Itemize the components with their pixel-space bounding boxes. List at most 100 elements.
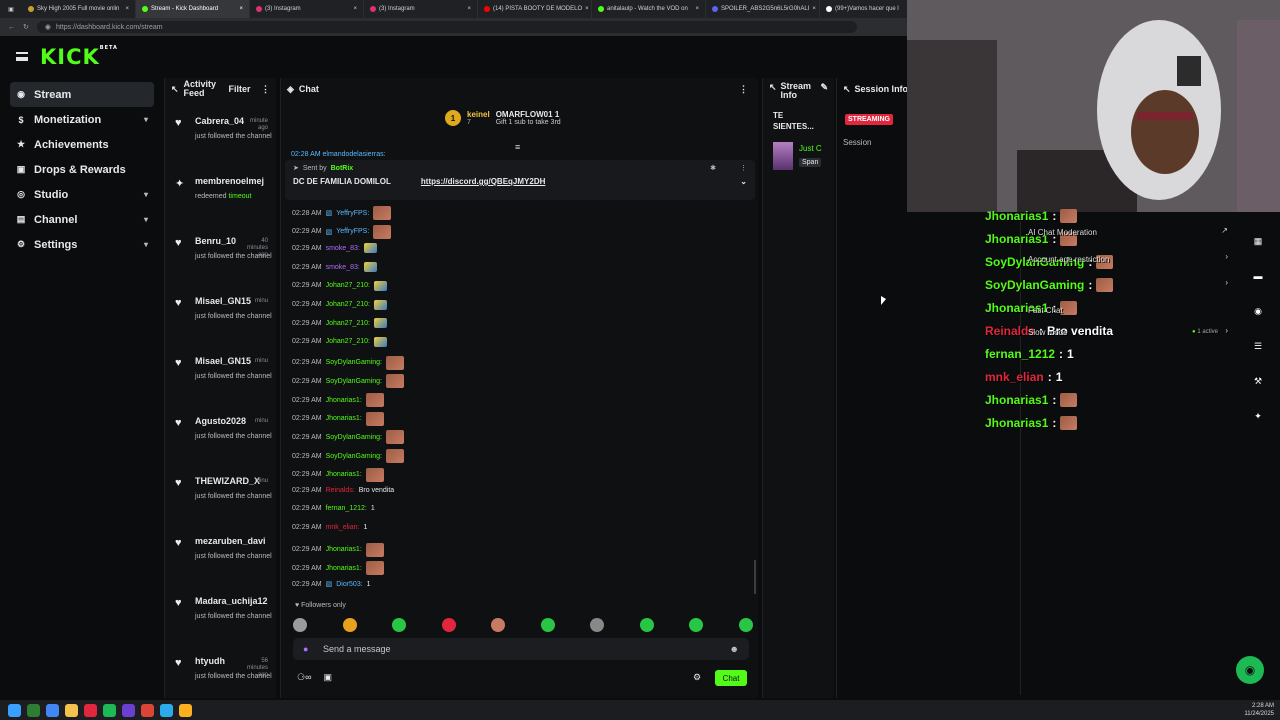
category-link[interactable]: Just C bbox=[799, 144, 822, 153]
activity-item[interactable]: ♥ Agusto2028 minu just followed the channel bbox=[165, 414, 276, 474]
chat-message[interactable]: 02:29 AM ▧ Dior503: 1 bbox=[292, 580, 371, 589]
browser-tab[interactable]: SPOILER_ABS2G5n6L5rG0hALI × bbox=[706, 0, 820, 18]
message-username[interactable]: smoke_83: bbox=[326, 245, 360, 252]
message-username[interactable]: Jhonarias1: bbox=[326, 546, 362, 553]
chat-message[interactable]: 02:29 AM smoke_83: bbox=[292, 243, 377, 254]
filter-button[interactable]: Filter bbox=[229, 84, 251, 94]
message-username[interactable]: SoyDylanGaming: bbox=[326, 453, 382, 460]
chat-message[interactable]: 02:29 AM SoyDylanGaming: bbox=[292, 374, 404, 389]
chat-message[interactable]: 02:28 AM ▧ YeffryFPS: bbox=[292, 206, 392, 220]
telegram-icon[interactable] bbox=[160, 703, 173, 717]
activity-item[interactable]: ♥ mezaruben_davi just followed the channel bbox=[165, 534, 276, 594]
sidebar-item-settings[interactable]: ⚙ Settings ▾ bbox=[0, 232, 160, 257]
chevron-right-icon-2[interactable]: › bbox=[1225, 278, 1228, 287]
emote-button[interactable] bbox=[738, 618, 753, 632]
spotify-icon[interactable] bbox=[103, 703, 116, 717]
scroll-pin-icon[interactable]: ≡ bbox=[515, 142, 520, 152]
message-username[interactable]: SoyDylanGaming: bbox=[326, 434, 382, 441]
browser-tab[interactable]: (3) Instagram × bbox=[364, 0, 478, 18]
app-icon-2[interactable] bbox=[179, 703, 192, 717]
pinned-more-icon[interactable]: ⋮ bbox=[740, 164, 747, 172]
chat-send-button[interactable]: Chat bbox=[715, 670, 747, 686]
sidebar-item-achievements[interactable]: ★ Achievements bbox=[0, 132, 160, 157]
tab-close-icon[interactable]: × bbox=[585, 6, 589, 12]
message-username[interactable]: Dior503: bbox=[336, 581, 362, 588]
chat-message[interactable]: 02:29 AM SoyDylanGaming: bbox=[292, 430, 404, 445]
chat-message[interactable]: 02:29 AM Jhonarias1: bbox=[292, 542, 384, 557]
activity-item[interactable]: ♥ Misael_GN15 minu just followed the channe… bbox=[165, 354, 276, 414]
chat-message[interactable]: 02:29 AM ▧ YeffryFPS: bbox=[292, 224, 392, 239]
message-username[interactable]: SoyDylanGaming: bbox=[326, 378, 382, 385]
message-username[interactable]: mnk_elian: bbox=[326, 524, 360, 531]
emote-button[interactable] bbox=[590, 618, 605, 632]
chat-message[interactable]: 02:29 AM Johan27_210: bbox=[292, 336, 387, 347]
chrome-icon[interactable] bbox=[46, 703, 59, 717]
collapse-icon[interactable]: ↖ bbox=[769, 82, 777, 100]
chat-message[interactable]: 02:29 AM Johan27_210: bbox=[292, 299, 387, 310]
browser-tab[interactable]: anitalaulp - Watch the VOD on × bbox=[592, 0, 706, 18]
chat-icon[interactable]: ▬ bbox=[1248, 266, 1268, 286]
chat-message[interactable]: 02:29 AM Jhonarias1: bbox=[292, 561, 384, 576]
sidebar-item-drops-rewards[interactable]: ▣ Drops & Rewards bbox=[0, 157, 160, 182]
sidebar-item-monetization[interactable]: $ Monetization ▾ bbox=[0, 107, 160, 132]
url-field[interactable]: ◉ https://dashboard.kick.com/stream bbox=[36, 21, 857, 33]
collapse-icon-2[interactable]: ↖ bbox=[843, 84, 851, 95]
message-input[interactable]: ● Send a message ☻ bbox=[293, 638, 749, 660]
emote-button[interactable] bbox=[689, 618, 704, 632]
sidebar-item-stream[interactable]: ◉ Stream bbox=[10, 82, 154, 107]
chat-message[interactable]: 02:29 AM fernan_1212: 1 bbox=[292, 505, 375, 512]
tab-close-icon[interactable]: × bbox=[467, 6, 471, 12]
sidebar-item-studio[interactable]: ◎ Studio ▾ bbox=[0, 182, 160, 207]
queue-icon[interactable]: ☰ bbox=[1248, 336, 1268, 356]
back-icon[interactable]: ← bbox=[8, 24, 15, 31]
age-restriction-label[interactable]: Account age restriction bbox=[1028, 255, 1109, 264]
unpin-icon[interactable]: ✱ bbox=[710, 164, 716, 172]
file-explorer-icon[interactable] bbox=[65, 703, 78, 717]
tab-close-icon[interactable]: × bbox=[353, 6, 357, 12]
activity-item[interactable]: ♥ Cabrera_04 minute ago just followed the c… bbox=[165, 114, 276, 174]
emote-button[interactable] bbox=[441, 618, 456, 632]
external-link-icon[interactable]: ↗ bbox=[1221, 226, 1228, 235]
message-username[interactable]: YeffryFPS: bbox=[336, 210, 369, 217]
wrench-icon[interactable]: ⚒ bbox=[1248, 371, 1268, 391]
chat-message[interactable]: 02:29 AM Jhonarias1: bbox=[292, 467, 384, 482]
message-username[interactable]: Jhonarias1: bbox=[326, 415, 362, 422]
sidebar-item-channel[interactable]: ▤ Channel ▾ bbox=[0, 207, 160, 232]
menu-icon[interactable] bbox=[16, 52, 28, 61]
slow-mode-label[interactable]: Slow mode bbox=[1028, 328, 1068, 337]
settings-gear-icon[interactable]: ⚙ bbox=[693, 672, 701, 683]
broadcast-icon[interactable]: ◉ bbox=[1248, 301, 1268, 321]
edit-icon[interactable]: ✎ bbox=[820, 82, 828, 100]
terminal-icon[interactable] bbox=[27, 703, 40, 717]
chat-message[interactable]: 02:29 AM Johan27_210: bbox=[292, 318, 387, 329]
emote-button[interactable] bbox=[491, 618, 506, 632]
discord-link[interactable]: https://discord.gg/QBEqJMY2DH bbox=[421, 177, 545, 186]
chat-scrollbar[interactable] bbox=[754, 560, 756, 594]
tab-close-icon[interactable]: × bbox=[125, 6, 129, 12]
message-username[interactable]: Jhonarias1: bbox=[326, 397, 362, 404]
message-username[interactable]: fernan_1212: bbox=[326, 505, 367, 512]
emote-button[interactable] bbox=[639, 618, 654, 632]
activity-item[interactable]: ♥ THEWIZARD_X minu just followed the channe… bbox=[165, 474, 276, 534]
browser-tab[interactable]: Sky High 2005 Full movie onlin × bbox=[22, 0, 136, 18]
mic-icon[interactable]: ● bbox=[303, 644, 308, 654]
chat-message[interactable]: 02:29 AM mnk_elian: 1 bbox=[292, 524, 367, 531]
chat-message[interactable]: 02:29 AM Johan27_210: bbox=[292, 280, 387, 291]
emote-button[interactable] bbox=[540, 618, 555, 632]
message-username[interactable]: Johan27_210: bbox=[326, 320, 370, 327]
chat-message[interactable]: 02:29 AM Reinalds: Bro vendita bbox=[292, 487, 394, 494]
browser-tab[interactable]: Stream - Kick Dashboard × bbox=[136, 0, 250, 18]
tab-close-icon[interactable]: × bbox=[695, 6, 699, 12]
activity-item[interactable]: ♥ Benru_10 40 minutes ago just followed the… bbox=[165, 234, 276, 294]
activity-item[interactable]: ♥ Madara_uchija12 just followed the channe… bbox=[165, 594, 276, 654]
activity-item[interactable]: ♥ Misael_GN15 minu just followed the channe… bbox=[165, 294, 276, 354]
panel-expand-icon[interactable]: ↖ bbox=[171, 84, 179, 95]
browser-tab[interactable]: (3) Instagram × bbox=[250, 0, 364, 18]
message-username[interactable]: Johan27_210: bbox=[326, 301, 370, 308]
windows-start-icon[interactable] bbox=[8, 703, 21, 717]
emote-button[interactable] bbox=[392, 618, 407, 632]
chat-message[interactable]: 02:29 AM SoyDylanGaming: bbox=[292, 355, 404, 370]
chat-more-icon[interactable]: ⋮ bbox=[739, 84, 748, 95]
bug-icon[interactable]: ✦ bbox=[1248, 406, 1268, 426]
layers-icon[interactable]: ▦ bbox=[1248, 231, 1268, 251]
